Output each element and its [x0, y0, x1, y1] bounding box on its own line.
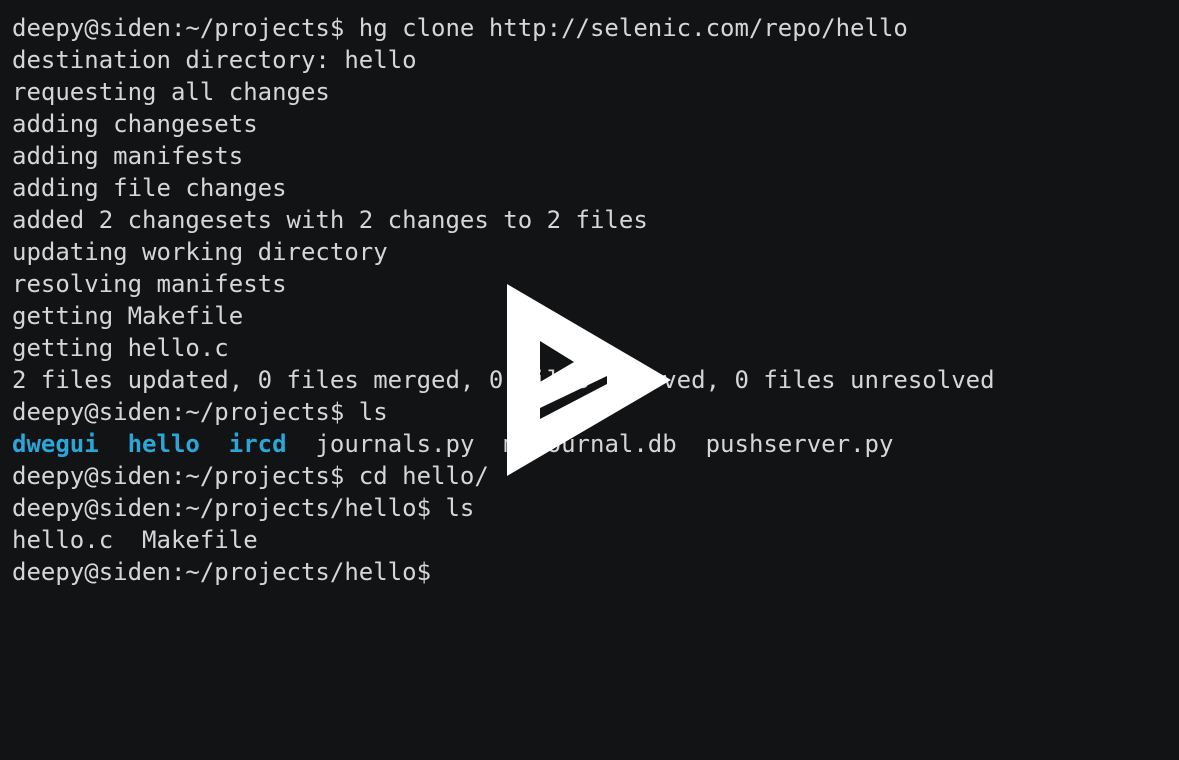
terminal-prompt-line: deepy@siden:~/projects/hello$: [12, 558, 432, 586]
asciinema-play-icon: [507, 284, 671, 476]
ls-separator: [99, 430, 128, 458]
directory-entry: ircd: [228, 430, 287, 458]
terminal-line: updating working directory: [12, 238, 388, 266]
directory-entry: dwegui: [12, 430, 99, 458]
directory-entry: hello: [127, 430, 200, 458]
ls-separator: [200, 430, 229, 458]
terminal-line: adding manifests: [12, 142, 244, 170]
terminal-line: destination directory: hello: [12, 46, 417, 74]
terminal-line: deepy@siden:~/projects/hello$ ls: [12, 494, 475, 522]
terminal-line: adding file changes: [12, 174, 287, 202]
terminal-line: hello.c Makefile: [12, 526, 258, 554]
terminal-line: adding changesets: [12, 110, 258, 138]
terminal-line: deepy@siden:~/projects$ hg clone http://…: [12, 14, 908, 42]
terminal-line: requesting all changes: [12, 78, 330, 106]
play-button[interactable]: [507, 284, 671, 476]
terminal-line: added 2 changesets with 2 changes to 2 f…: [12, 206, 648, 234]
terminal-window: deepy@siden:~/projects$ hg clone http://…: [0, 0, 1179, 760]
